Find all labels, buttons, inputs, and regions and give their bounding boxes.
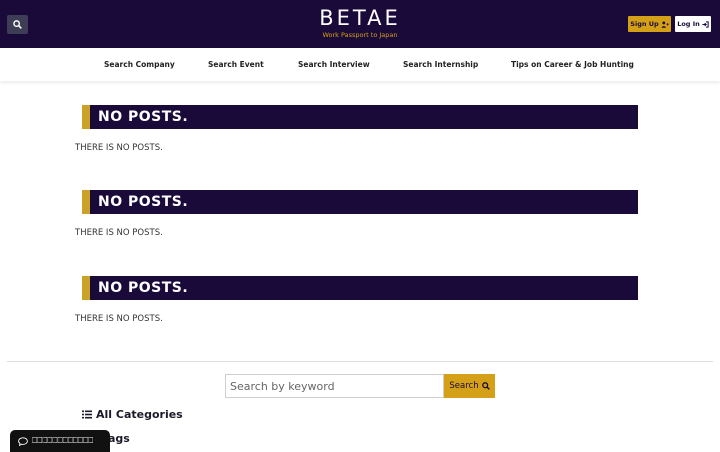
search-icon — [13, 20, 22, 29]
nav-search-internship[interactable]: Search Internship — [403, 48, 478, 81]
nav-search-interview[interactable]: Search Interview — [298, 48, 370, 81]
nav-search-event[interactable]: Search Event — [208, 48, 264, 81]
logo[interactable]: BETAE Work Passport to Japan — [300, 6, 420, 40]
chat-label: ⎕⎕⎕⎕⎕⎕⎕⎕⎕⎕⎕⎕ — [32, 436, 94, 446]
keyword-search-button[interactable]: Search — [444, 374, 495, 398]
signup-button[interactable]: Sign Up — [628, 16, 671, 32]
section-empty-text: THERE IS NO POSTS. — [75, 314, 163, 324]
logo-tagline: Work Passport to Japan — [322, 31, 398, 39]
site-header: BETAE Work Passport to Japan Sign Up Log… — [0, 0, 720, 48]
divider — [7, 361, 713, 362]
all-categories-label: All Categories — [96, 408, 183, 421]
sign-in-icon — [702, 20, 709, 28]
nav-search-company[interactable]: Search Company — [104, 48, 175, 81]
section-empty-text: THERE IS NO POSTS. — [75, 143, 163, 153]
nav-career-tips[interactable]: Tips on Career & Job Hunting — [511, 48, 634, 81]
signup-label: Sign Up — [630, 20, 659, 28]
user-plus-icon — [661, 20, 669, 28]
main-nav: Search Company Search Event Search Inter… — [0, 48, 720, 81]
header-search-button[interactable] — [7, 15, 28, 34]
section-title: NO POSTS. — [98, 109, 189, 125]
section-empty-text: THERE IS NO POSTS. — [75, 228, 163, 238]
login-button[interactable]: Log In — [675, 16, 711, 32]
heading-accent — [82, 105, 90, 129]
heading-accent — [82, 190, 90, 214]
login-label: Log In — [677, 20, 700, 28]
chat-widget-button[interactable]: ⎕⎕⎕⎕⎕⎕⎕⎕⎕⎕⎕⎕ — [10, 430, 110, 452]
section-title: NO POSTS. — [98, 280, 189, 296]
section-title: NO POSTS. — [98, 194, 189, 210]
search-icon — [481, 382, 490, 390]
section-heading: NO POSTS. — [82, 190, 638, 214]
chat-bubble-icon — [18, 436, 28, 446]
section-heading: NO POSTS. — [82, 105, 638, 129]
list-icon — [82, 410, 92, 419]
search-button-label: Search — [449, 381, 479, 391]
section-heading: NO POSTS. — [82, 276, 638, 300]
all-categories-heading[interactable]: All Categories — [82, 408, 183, 421]
keyword-search-input[interactable] — [225, 374, 444, 398]
heading-accent — [82, 276, 90, 300]
logo-text: BETAE — [319, 6, 401, 30]
